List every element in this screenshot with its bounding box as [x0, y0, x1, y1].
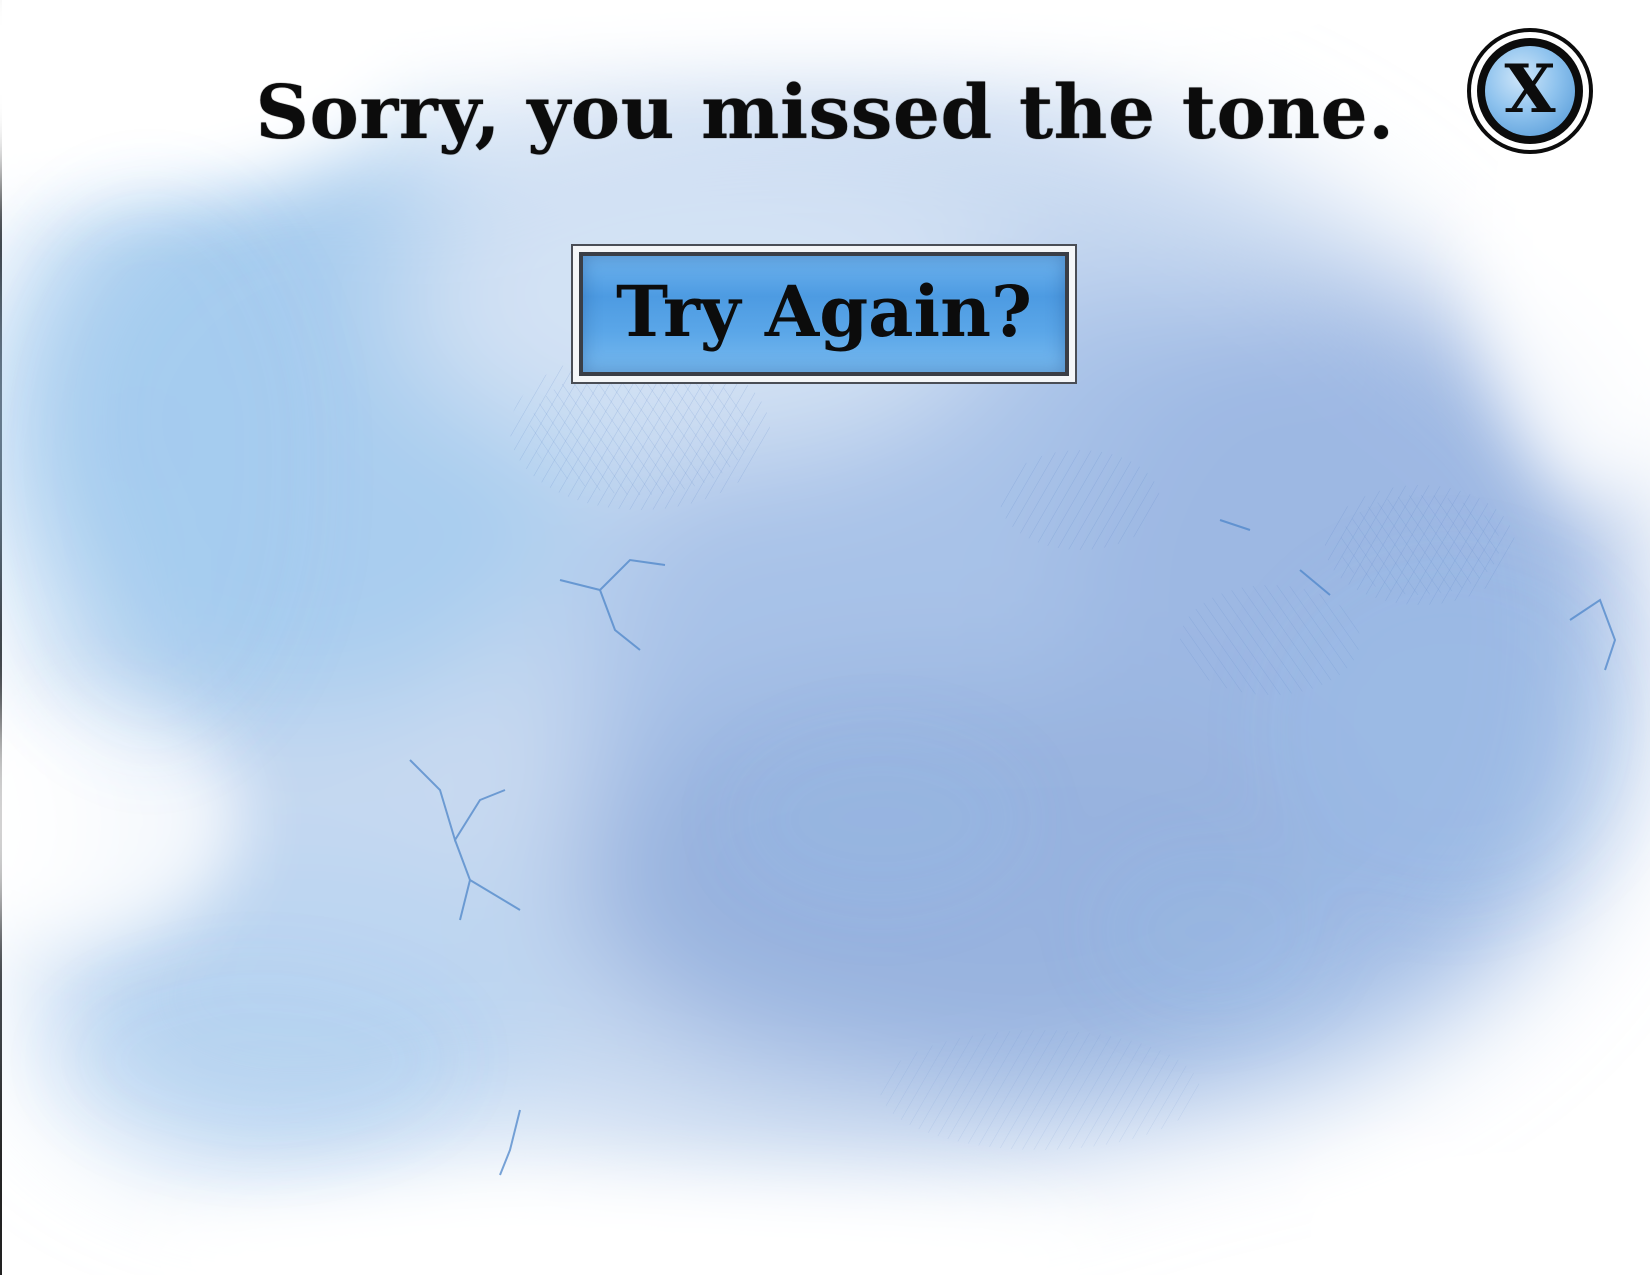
try-again-label: Try Again? — [615, 270, 1033, 353]
close-icon: X — [1485, 46, 1575, 136]
try-again-button-face: Try Again? — [579, 252, 1069, 376]
try-again-button[interactable]: Try Again? — [571, 244, 1077, 384]
close-button-label: X — [1504, 50, 1556, 128]
close-button[interactable]: X — [1467, 28, 1593, 154]
watercolor-background — [0, 0, 1650, 1275]
game-screen: Sorry, you missed the tone. X Try Again? — [0, 0, 1650, 1275]
missed-tone-message: Sorry, you missed the tone. — [255, 70, 1395, 156]
